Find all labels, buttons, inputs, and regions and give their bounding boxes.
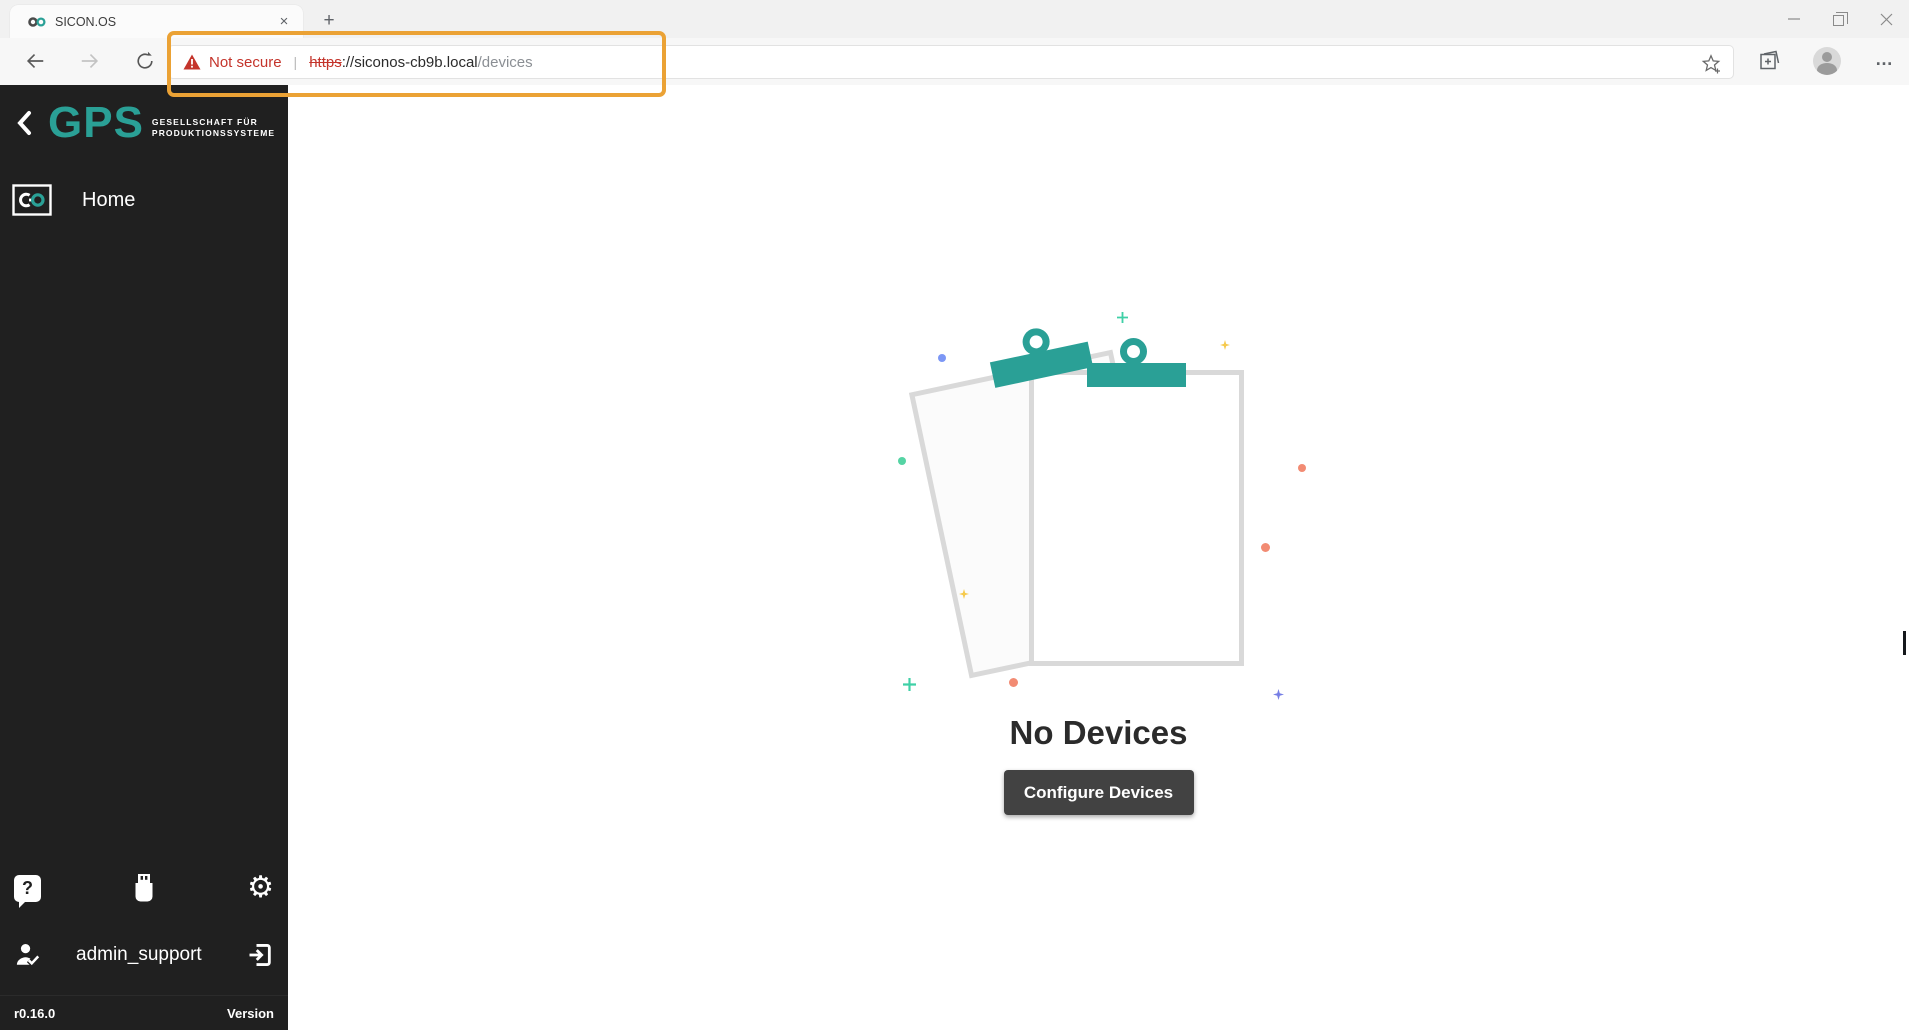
sidebar-nav: Home: [0, 177, 288, 223]
settings-gear-icon[interactable]: ⚙: [247, 873, 274, 903]
avatar-icon: [1813, 47, 1841, 75]
gps-tagline: GESELLSCHAFT FÜR PRODUKTIONSSYSTEME: [152, 117, 275, 139]
gps-tagline-line1: GESELLSCHAFT FÜR: [152, 117, 258, 127]
user-check-icon: [14, 942, 44, 968]
main-content: No Devices Configure Devices: [288, 85, 1909, 1030]
text-cursor-mark: [1903, 631, 1906, 655]
username-label: admin_support: [76, 944, 246, 966]
confetti-dot-icon: [898, 457, 906, 465]
close-window-button[interactable]: [1863, 0, 1909, 38]
back-button[interactable]: [23, 49, 47, 73]
not-secure-label[interactable]: Not secure: [209, 54, 282, 71]
collapse-sidebar-button[interactable]: [14, 108, 40, 138]
confetti-star-icon: [959, 589, 969, 599]
more-menu-button[interactable]: …: [1875, 49, 1894, 70]
empty-clipboards-illustration: [889, 290, 1309, 710]
confetti-star-icon: [1220, 340, 1230, 350]
clip-bar-icon: [1087, 363, 1186, 387]
window-controls: [1771, 0, 1909, 38]
sidebar-item-home[interactable]: Home: [0, 177, 288, 223]
clipboard-front-clip: [1087, 338, 1186, 388]
url-path: /devices: [478, 54, 533, 71]
sicon-favicon-icon: [28, 16, 47, 28]
usb-icon[interactable]: [132, 873, 156, 903]
refresh-button[interactable]: [133, 49, 157, 73]
sidebar: GPS GESELLSCHAFT FÜR PRODUKTIONSSYSTEME …: [0, 85, 288, 1030]
version-bar: r0.16.0 Version: [0, 995, 288, 1030]
confetti-plus-icon: [1117, 312, 1128, 323]
gps-tagline-line2: PRODUKTIONSSYSTEME: [152, 128, 275, 138]
minimize-button[interactable]: [1771, 0, 1817, 38]
address-bar[interactable]: Not secure | https://siconos-cb9b.local/…: [168, 45, 1734, 79]
profile-avatar[interactable]: [1813, 47, 1841, 75]
version-value: r0.16.0: [14, 1006, 55, 1021]
browser-toolbar: Not secure | https://siconos-cb9b.local/…: [0, 38, 1909, 85]
confetti-dot-icon: [1298, 464, 1306, 472]
home-logo-icon: [12, 184, 52, 216]
sidebar-header: GPS GESELLSCHAFT FÜR PRODUKTIONSSYSTEME: [0, 85, 288, 159]
tab-close-icon[interactable]: ×: [275, 13, 293, 31]
logout-icon[interactable]: [246, 941, 274, 969]
browser-tab[interactable]: SICON.OS ×: [10, 5, 303, 38]
help-icon[interactable]: ?: [14, 875, 41, 902]
sidebar-tools: ? ⚙: [0, 873, 288, 903]
restore-button[interactable]: [1817, 0, 1863, 38]
confetti-dot-icon: [1009, 678, 1018, 687]
warning-triangle-icon: [183, 54, 201, 70]
browser-titlebar: SICON.OS × +: [0, 0, 1909, 38]
address-separator: |: [294, 54, 298, 70]
user-row: admin_support: [0, 929, 288, 981]
clipboard-front: [1029, 370, 1244, 666]
url-scheme: https: [309, 54, 342, 71]
browser-window: SICON.OS × +: [0, 0, 1909, 1030]
new-tab-button[interactable]: +: [316, 8, 342, 34]
confetti-star-icon: [1273, 689, 1284, 700]
favorite-star-icon[interactable]: [1699, 51, 1723, 75]
sidebar-item-label: Home: [82, 189, 135, 212]
clip-ring-icon: [1120, 338, 1147, 365]
url-text[interactable]: https://siconos-cb9b.local/devices: [309, 54, 532, 71]
confetti-plus-icon: [903, 678, 916, 691]
restore-icon: [1833, 15, 1844, 26]
gps-logo: GPS: [48, 101, 144, 145]
forward-button[interactable]: [78, 49, 102, 73]
confetti-dot-icon: [938, 354, 946, 362]
empty-state-title: No Devices: [1010, 714, 1188, 752]
configure-devices-button[interactable]: Configure Devices: [1004, 770, 1194, 815]
tab-title: SICON.OS: [55, 15, 275, 29]
sidebar-spacer: [0, 223, 288, 873]
version-label: Version: [227, 1006, 274, 1021]
url-host: ://siconos-cb9b.local: [342, 54, 478, 71]
confetti-dot-icon: [1261, 543, 1270, 552]
collections-button[interactable]: [1756, 47, 1782, 73]
